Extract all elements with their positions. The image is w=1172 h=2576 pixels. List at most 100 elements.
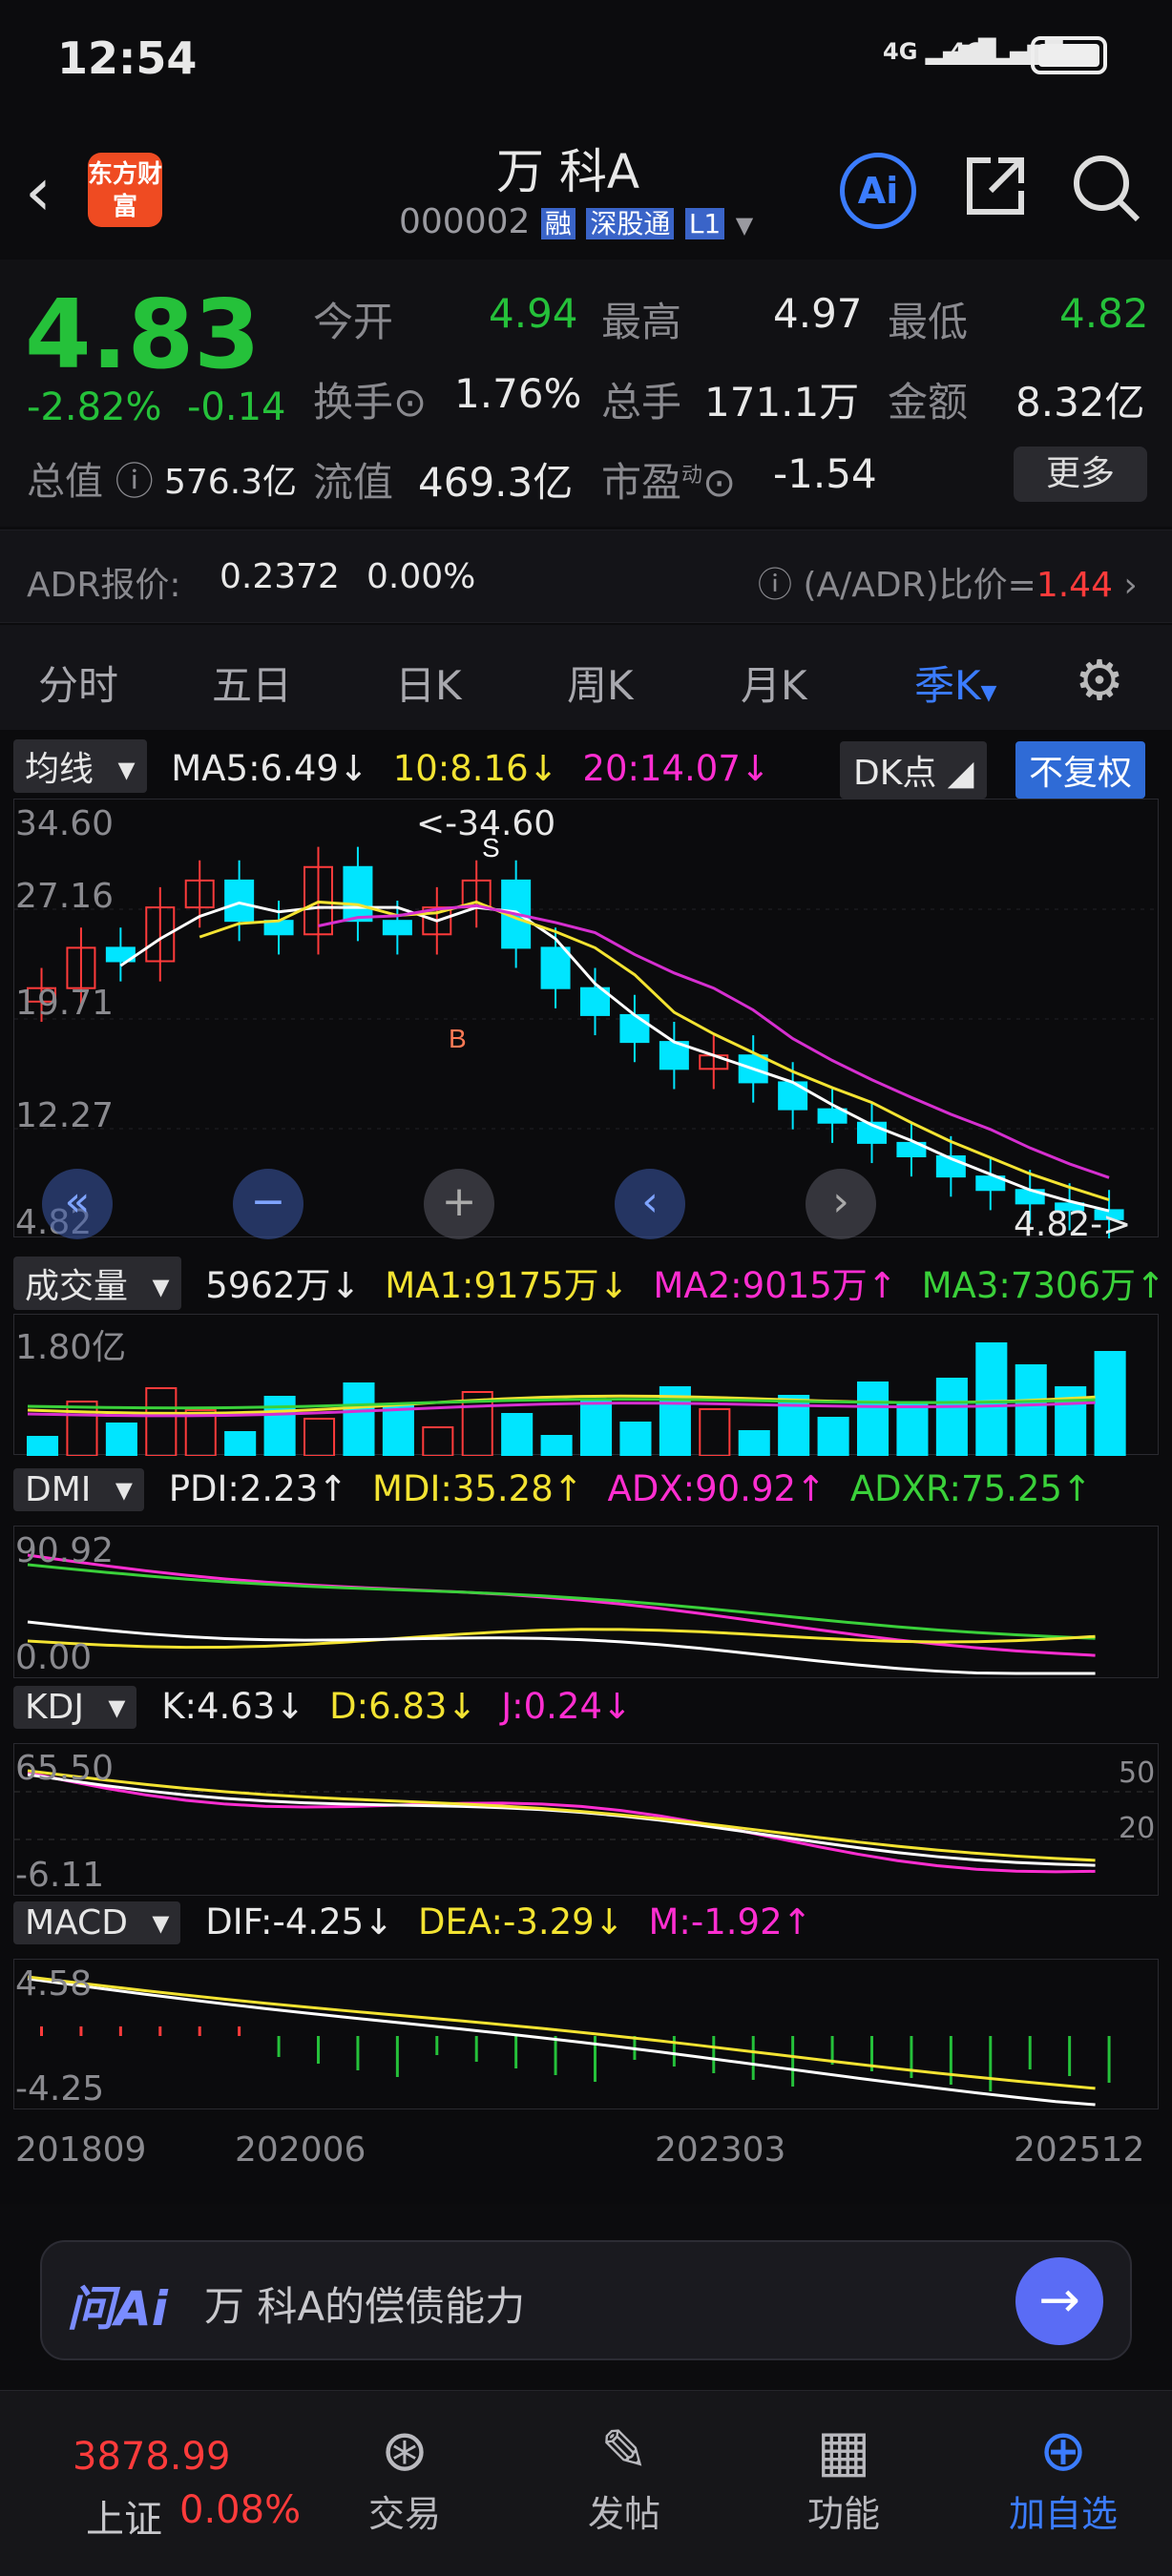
volume-select[interactable]: 成交量 ▾ [13, 1257, 181, 1310]
candle-svg: SB [14, 833, 1160, 1240]
x-label-2: 202006 [235, 2130, 366, 2170]
ma-select[interactable]: 均线 ▾ [13, 739, 147, 793]
nav-features[interactable]: ▦ 功能 [758, 2418, 930, 2537]
volume-value: 171.1万 [704, 379, 860, 426]
dmi-legend: DMI ▾ PDI:2.23↑ MDI:35.28↑ ADX:90.92↑ AD… [0, 1468, 1172, 1527]
dmi-y-bottom: 0.00 [15, 1638, 93, 1677]
search-icon[interactable] [1071, 153, 1143, 225]
high-value: 4.97 [773, 290, 863, 337]
nav-add-watch[interactable]: ⊕ 加自选 [977, 2418, 1149, 2537]
amount-value: 8.32亿 [1015, 379, 1145, 426]
nav-trade[interactable]: ⊛ 交易 [319, 2418, 491, 2537]
scroll-left-icon[interactable]: ‹ [615, 1169, 685, 1239]
more-button[interactable]: 更多 [1014, 447, 1147, 502]
volume-bar [501, 1413, 534, 1457]
chevron-down-icon[interactable]: ▼ [736, 212, 753, 239]
ask-ai-prompt: 万 科A的偿债能力 [204, 2283, 526, 2330]
open-label: 今开 [313, 299, 394, 345]
macd-panel[interactable] [13, 1959, 1159, 2109]
kdj-y-top: 65.50 [15, 1749, 115, 1788]
index-pct: 0.08% [179, 2488, 302, 2532]
x-label-3: 202303 [655, 2130, 786, 2170]
quote-panel: 4.83 -2.82% -0.14 总值 ⓘ 576.3亿 今开 4.94 最高… [0, 260, 1172, 527]
send-arrow-icon[interactable]: → [1015, 2257, 1103, 2345]
dk-button[interactable]: DK点 ◢ [840, 741, 988, 799]
kdj-y-bottom: -6.11 [15, 1856, 105, 1895]
bottom-nav: 3878.99 上证 0.08% ⊛ 交易 ✎ 发帖 ▦ 功能 ⊕ 加自选 [0, 2390, 1172, 2576]
adr-row[interactable]: ADR报价: 0.2372 0.00% ⓘ (A/ADR)比价=1.44 › [0, 530, 1172, 623]
edit-icon: ✎ [599, 2418, 649, 2484]
ask-ai-bar[interactable]: 问Ai 万 科A的偿债能力 → [40, 2240, 1132, 2360]
volume-bar [382, 1404, 414, 1457]
kdj-panel[interactable] [13, 1743, 1160, 1896]
tab-five-day[interactable]: 五日 [212, 654, 292, 712]
dmi-svg [27, 1553, 1096, 1675]
market-cap-label: 总值 ⓘ [27, 460, 154, 504]
kdj-legend: KDJ ▾ K:4.63↓ D:6.83↓ J:0.24↓ [0, 1686, 1172, 1745]
candle-body [224, 879, 255, 923]
scroll-right-icon[interactable]: › [806, 1169, 876, 1239]
kdj-select[interactable]: KDJ ▾ [13, 1686, 137, 1729]
volume-bar [105, 1423, 137, 1457]
volume-bar [66, 1401, 98, 1457]
macd-select[interactable]: MACD ▾ [13, 1901, 181, 1944]
candle-panel[interactable]: SB [13, 799, 1160, 1240]
macd-y-top: 4.58 [15, 1964, 93, 2004]
high-label: 最高 [601, 299, 682, 345]
kdj-ref-high: 50 [1119, 1756, 1156, 1790]
macd-y-bottom: -4.25 [15, 2069, 105, 2109]
volume-bar [896, 1403, 929, 1457]
y-label-3: 19.71 [15, 984, 115, 1023]
scroll-left-fast-icon[interactable]: « [42, 1169, 113, 1239]
adr-label: ADR报价: [27, 566, 181, 605]
volume-bar [817, 1417, 849, 1457]
tab-intraday[interactable]: 分时 [38, 654, 118, 712]
turnover-label: 换手⊙ [313, 379, 428, 426]
ai-icon[interactable]: Ai [840, 153, 916, 229]
dmi-pdi: PDI:2.23↑ [168, 1468, 348, 1509]
candle-body [343, 865, 373, 923]
nav-post[interactable]: ✎ 发帖 [538, 2418, 710, 2537]
share-icon[interactable] [962, 153, 1029, 219]
kdj-k: K:4.63↓ [161, 1686, 305, 1727]
dmi-adxr: ADXR:75.25↑ [849, 1468, 1092, 1509]
nav-post-label: 发帖 [587, 2493, 660, 2535]
dmi-select[interactable]: DMI ▾ [13, 1468, 144, 1511]
vol-ma3: MA3:7306万↑ [921, 1265, 1165, 1306]
volume-bar [699, 1408, 731, 1457]
volume-bar [303, 1418, 336, 1457]
volume-label: 总手 [601, 379, 682, 426]
zoom-out-icon[interactable]: − [233, 1169, 303, 1239]
period-tabs: 分时 五日 日K 周K 月K 季K▼ ⚙ [0, 625, 1172, 730]
change-amount: -0.14 [187, 385, 286, 429]
kdj-d: D:6.83↓ [329, 1686, 477, 1727]
tab-weekly[interactable]: 周K [567, 654, 634, 712]
volume-legend: 成交量 ▾ 5962万↓ MA1:9175万↓ MA2:9015万↑ MA3:7… [0, 1257, 1172, 1316]
tab-daily[interactable]: 日K [395, 654, 462, 712]
tab-monthly[interactable]: 月K [741, 654, 807, 712]
tab-quarterly[interactable]: 季K▼ [914, 654, 996, 712]
dmi-panel[interactable] [13, 1526, 1159, 1678]
volume-bar [145, 1387, 178, 1457]
volume-bar [343, 1382, 375, 1457]
candle-body [540, 946, 571, 989]
min-price-label: 4.82-> [1014, 1205, 1132, 1244]
battery-icon [1031, 36, 1107, 74]
volume-bar [975, 1342, 1008, 1457]
grid-icon: ▦ [816, 2418, 871, 2484]
index-ticker[interactable]: 3878.99 上证 0.08% [0, 2410, 305, 2553]
kdj-svg [14, 1769, 1160, 1874]
adr-price: 0.2372 [220, 557, 340, 596]
ma10-line [199, 900, 1110, 1202]
macd-dea-line [27, 1975, 1096, 2090]
ma10-value: 10:8.16↓ [392, 748, 558, 789]
rights-button[interactable]: 不复权 [1015, 741, 1146, 799]
settings-icon[interactable]: ⚙ [1075, 648, 1124, 713]
margin-badge: 融 [540, 208, 576, 239]
index-value: 3878.99 [73, 2435, 231, 2479]
volume-panel[interactable] [13, 1314, 1159, 1457]
back-icon[interactable]: ‹ [25, 153, 52, 231]
kdj-d-line [27, 1769, 1096, 1862]
zoom-in-icon[interactable]: + [424, 1169, 494, 1239]
volume-bar [1094, 1351, 1126, 1457]
